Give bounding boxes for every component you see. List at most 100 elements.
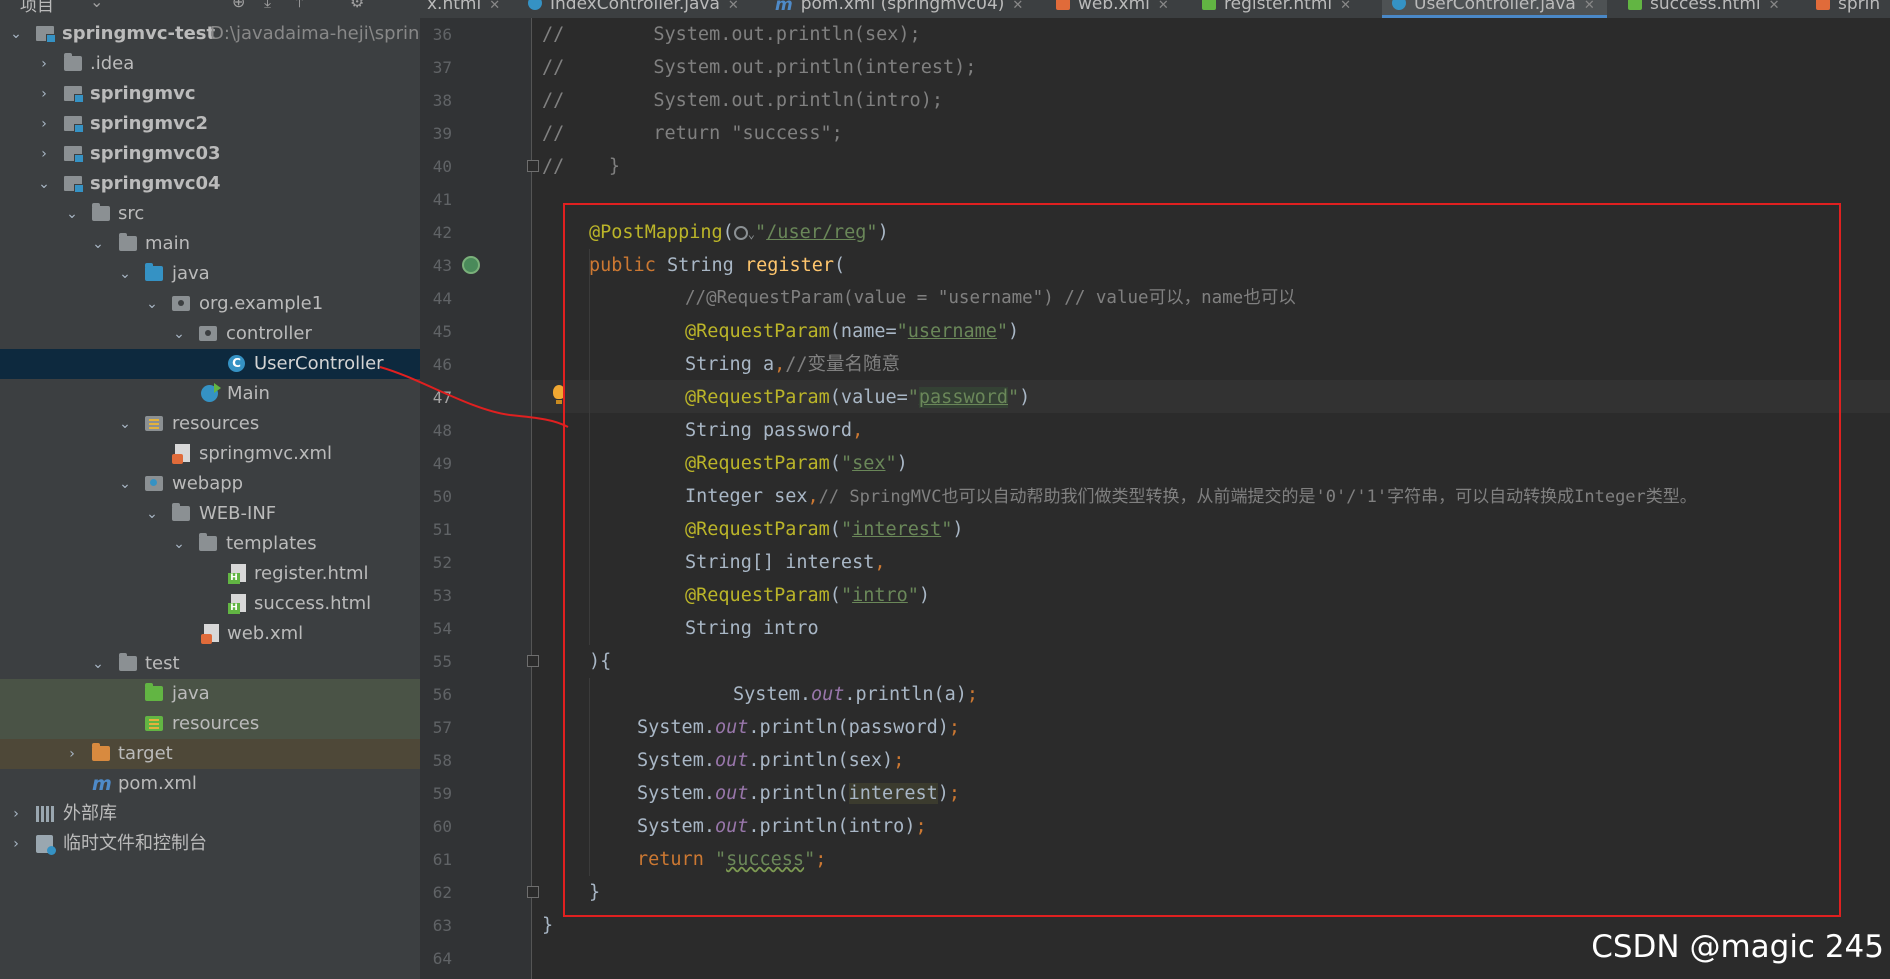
chevron-down-icon[interactable]: ⌄ (117, 409, 133, 439)
lightbulb-icon[interactable] (553, 385, 565, 404)
quote-token: " (755, 222, 767, 243)
tree-item-controller[interactable]: ⌄ controller (0, 319, 420, 349)
chevron-down-icon[interactable]: ⌄ (144, 499, 160, 529)
tree-item-success-html[interactable]: success.html (0, 589, 420, 619)
chevron-right-icon[interactable]: › (36, 109, 52, 139)
tree-item-springmvc03[interactable]: › springmvc03 (0, 139, 420, 169)
close-icon[interactable]: ✕ (1769, 0, 1780, 13)
tree-item-label: .idea (90, 53, 135, 74)
tree-item-test-java[interactable]: java (0, 679, 420, 709)
excluded-folder-icon (92, 743, 110, 761)
web-endpoint-gutter-icon[interactable] (462, 256, 480, 274)
tree-item-test[interactable]: ⌄ test (0, 649, 420, 679)
tree-item-java[interactable]: ⌄ java (0, 259, 420, 289)
tree-item-label: org.example1 (199, 293, 324, 314)
close-icon[interactable]: ✕ (1158, 0, 1169, 13)
chevron-down-icon[interactable]: ⌄ (117, 259, 133, 289)
chevron-down-icon[interactable]: ⌄ (64, 199, 80, 229)
chevron-down-icon[interactable]: ⌄ (748, 227, 755, 241)
comment-text: return "success"; (564, 123, 843, 144)
expand-all-icon[interactable]: ⤓ (264, 0, 271, 12)
tree-item-main[interactable]: ⌄ main (0, 229, 420, 259)
tree-item-springmvc-xml[interactable]: springmvc.xml (0, 439, 420, 469)
chevron-right-icon[interactable]: › (8, 829, 24, 859)
line-number: 51 (432, 520, 452, 539)
tab-register-html[interactable]: register.html ✕ (1202, 0, 1351, 18)
tree-item-web-xml[interactable]: web.xml (0, 619, 420, 649)
fold-marker-icon[interactable] (527, 655, 539, 667)
tree-item-label: test (145, 653, 180, 674)
code-line-39: // return "success"; (542, 117, 843, 150)
comment-text: //变量名随意 (785, 354, 901, 375)
close-icon[interactable]: ✕ (1584, 0, 1595, 13)
collapse-all-icon[interactable]: ⤒ (296, 0, 303, 12)
tree-item-usercontroller[interactable]: C UserController (0, 349, 420, 379)
tab-web-xml[interactable]: web.xml ✕ (1056, 0, 1169, 18)
line-number: 54 (432, 619, 452, 638)
tab-pom-xml[interactable]: m pom.xml (springmvc04) ✕ (775, 0, 1023, 18)
tree-item-templates[interactable]: ⌄ templates (0, 529, 420, 559)
code-line-55: ){ (589, 645, 611, 678)
close-icon[interactable]: ✕ (1340, 0, 1351, 13)
chevron-right-icon[interactable]: › (36, 49, 52, 79)
tree-item-springmvc[interactable]: › springmvc (0, 79, 420, 109)
chevron-down-icon[interactable]: ⌄ (171, 319, 187, 349)
chevron-down-icon[interactable]: ⌄ (117, 469, 133, 499)
chevron-right-icon[interactable]: › (36, 79, 52, 109)
code-line-42: @PostMapping(⌄"/user/reg") (589, 216, 889, 249)
tree-item-target[interactable]: › target (0, 739, 420, 769)
code-text: } (542, 915, 554, 936)
globe-icon[interactable] (733, 226, 748, 240)
code-editor[interactable]: 36 37 38 39 40 41 42 43 44 45 46 47 48 4… (420, 18, 1890, 979)
tree-item-pom-xml[interactable]: m pom.xml (0, 769, 420, 799)
chevron-right-icon[interactable]: › (64, 739, 80, 769)
chevron-down-icon[interactable]: ⌄ (144, 289, 160, 319)
tab-spring-overflow[interactable]: sprin (1816, 0, 1880, 18)
tree-item-org-example1[interactable]: ⌄ org.example1 (0, 289, 420, 319)
tree-item-src[interactable]: ⌄ src (0, 199, 420, 229)
tree-item-idea[interactable]: › .idea (0, 49, 420, 79)
tree-item-resources[interactable]: ⌄ resources (0, 409, 420, 439)
chevron-right-icon[interactable]: › (36, 139, 52, 169)
tab-success-html[interactable]: success.html ✕ (1628, 0, 1780, 18)
tree-item-springmvc-test[interactable]: ⌄ springmvc-test D:\javadaima-heji\sprin… (0, 19, 420, 49)
line-number: 50 (432, 487, 452, 506)
chevron-down-icon[interactable]: ⌄ (171, 529, 187, 559)
tree-item-scratches[interactable]: › 临时文件和控制台 (0, 829, 420, 859)
tab-indexcontroller-java[interactable]: IndexController.java ✕ (528, 0, 739, 18)
tree-item-web-inf[interactable]: ⌄ WEB-INF (0, 499, 420, 529)
line-number: 48 (432, 421, 452, 440)
close-icon[interactable]: ✕ (489, 0, 500, 13)
code-line-62: } (589, 876, 600, 909)
locate-icon[interactable]: ⊕ (232, 0, 245, 11)
code-line-47: @RequestParam(value="password") (685, 381, 1030, 414)
tab-label: success.html (1650, 0, 1761, 14)
chevron-down-icon[interactable]: ⌄ (90, 0, 103, 11)
fold-marker-icon[interactable] (527, 886, 539, 898)
java-main-class-icon (201, 383, 221, 402)
close-icon[interactable]: ✕ (1012, 0, 1023, 13)
chevron-down-icon[interactable]: ⌄ (8, 19, 24, 49)
chevron-down-icon[interactable]: ⌄ (36, 169, 52, 199)
tree-item-springmvc2[interactable]: › springmvc2 (0, 109, 420, 139)
tab-x-html[interactable]: x.html ✕ (427, 0, 500, 18)
tree-item-springmvc04[interactable]: ⌄ springmvc04 (0, 169, 420, 199)
quote-token: " (840, 453, 853, 474)
tree-item-test-resources[interactable]: resources (0, 709, 420, 739)
code-line-48: String password, (685, 414, 863, 447)
project-panel-title[interactable]: 项目 (20, 0, 54, 16)
tree-item-webapp[interactable]: ⌄ webapp (0, 469, 420, 499)
chevron-down-icon[interactable]: ⌄ (90, 649, 106, 679)
chevron-right-icon[interactable]: › (8, 799, 24, 829)
close-icon[interactable]: ✕ (728, 0, 739, 13)
xml-file-icon (201, 624, 219, 644)
tab-usercontroller-java[interactable]: UserController.java ✕ (1382, 0, 1607, 18)
gear-icon[interactable]: ⚙ (350, 0, 364, 11)
tree-item-register-html[interactable]: register.html (0, 559, 420, 589)
tree-item-main-class[interactable]: Main (0, 379, 420, 409)
chevron-down-icon[interactable]: ⌄ (90, 229, 106, 259)
tree-item-label: 临时文件和控制台 (63, 833, 207, 854)
tree-item-external-libraries[interactable]: › 外部库 (0, 799, 420, 829)
fold-marker-icon[interactable] (527, 160, 539, 172)
line-number: 37 (432, 58, 452, 77)
